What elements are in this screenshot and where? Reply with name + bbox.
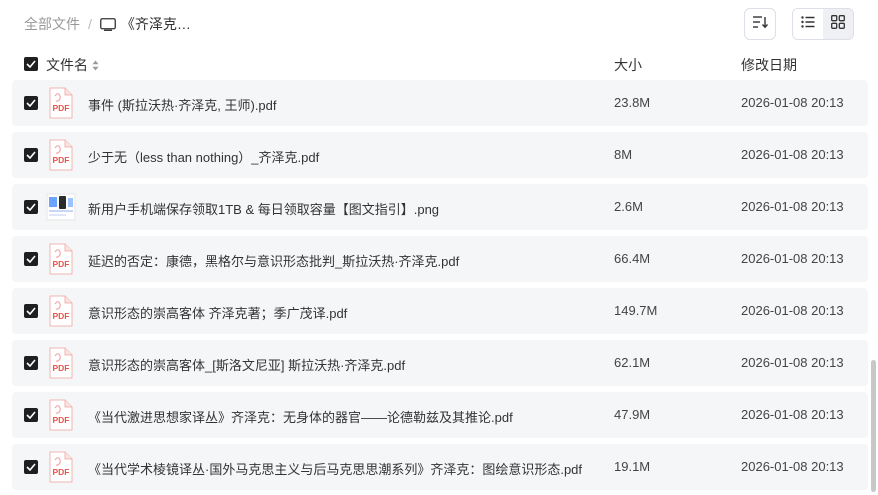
file-size: 149.7M xyxy=(614,303,658,318)
grid-view-icon xyxy=(831,14,845,34)
pdf-badge-text: PDF xyxy=(53,415,70,425)
pdf-badge-text: PDF xyxy=(53,155,70,165)
file-size: 2.6M xyxy=(614,199,643,214)
row-checkbox[interactable] xyxy=(24,356,38,370)
column-date-header[interactable]: 修改日期 xyxy=(741,55,797,75)
table-row[interactable]: PDF 事件 (斯拉沃热·齐泽克, 王师).pdf 23.8M 2026-01-08 … xyxy=(12,80,868,126)
row-checkbox[interactable] xyxy=(24,200,38,214)
check-icon xyxy=(26,463,36,471)
file-name[interactable]: 新用户手机端保存领取1TB & 每日领取容量【图文指引】.png xyxy=(88,199,439,218)
check-icon xyxy=(26,359,36,367)
select-all-checkbox[interactable] xyxy=(24,57,38,71)
pdf-file-icon: PDF xyxy=(46,451,76,483)
row-checkbox[interactable] xyxy=(24,148,38,162)
view-toggle xyxy=(792,8,854,40)
table-row[interactable]: PDF 延迟的否定：康德，黑格尔与意识形态批判_斯拉沃热·齐泽克.pdf 66.4M… xyxy=(12,236,868,282)
file-size: 19.1M xyxy=(614,459,651,474)
table-row[interactable]: PDF 意识形态的崇高客体 齐泽克著；季广茂译.pdf 149.7M 2026-01-… xyxy=(12,288,868,334)
column-name-header[interactable]: 文件名 xyxy=(46,55,99,75)
table-header: 文件名 大小 修改日期 xyxy=(12,48,868,80)
file-size: 47.9M xyxy=(614,407,651,422)
pdf-file-icon: PDF xyxy=(46,139,76,171)
pdf-file-icon: PDF xyxy=(46,243,76,275)
file-name[interactable]: 《当代学术棱镜译丛·国外马克思主义与后马克思思潮系列》齐泽克：图绘意识形态.pd… xyxy=(88,459,582,478)
file-modified-date: 2026-01-08 20:13 xyxy=(741,459,844,474)
pdf-file-icon: PDF xyxy=(46,399,76,431)
column-size-header[interactable]: 大小 xyxy=(614,55,642,75)
book-icon xyxy=(99,17,116,31)
top-bar: 全部文件 / 《齐泽克… xyxy=(0,0,878,48)
breadcrumb-separator: / xyxy=(88,16,92,32)
list-view-button[interactable] xyxy=(793,9,823,39)
grid-view-button[interactable] xyxy=(823,9,853,39)
file-size: 8M xyxy=(614,147,633,162)
pdf-badge-text: PDF xyxy=(53,259,70,269)
row-checkbox[interactable] xyxy=(24,408,38,422)
sort-button[interactable] xyxy=(744,8,776,40)
file-size: 62.1M xyxy=(614,355,651,370)
table-row[interactable]: PDF 《当代学术棱镜译丛·国外马克思主义与后马克思思潮系列》齐泽克：图绘意识形态… xyxy=(12,444,868,490)
table-row[interactable]: 新用户手机端保存领取1TB & 每日领取容量【图文指引】.png 2.6M 2026… xyxy=(12,184,868,230)
check-icon xyxy=(26,411,36,419)
file-name[interactable]: 少于无（less than nothing）_齐泽克.pdf xyxy=(88,147,319,166)
scrollbar-thumb[interactable] xyxy=(871,360,876,492)
file-name[interactable]: 《当代激进思想家译丛》齐泽克：无身体的器官——论德勒兹及其推论.pdf xyxy=(88,407,513,426)
pdf-badge-text: PDF xyxy=(53,363,70,373)
check-icon xyxy=(26,151,36,159)
table-row[interactable]: PDF 《当代激进思想家译丛》齐泽克：无身体的器官——论德勒兹及其推论.pdf 47… xyxy=(12,392,868,438)
image-thumbnail-icon xyxy=(46,191,76,223)
check-icon xyxy=(26,99,36,107)
file-modified-date: 2026-01-08 20:13 xyxy=(741,251,844,266)
check-icon xyxy=(26,255,36,263)
column-name-label: 文件名 xyxy=(46,57,88,73)
pdf-file-icon: PDF xyxy=(46,87,76,119)
sort-icon xyxy=(752,15,769,34)
file-name[interactable]: 意识形态的崇高客体_[斯洛文尼亚] 斯拉沃热·齐泽克.pdf xyxy=(88,355,405,374)
row-checkbox[interactable] xyxy=(24,252,38,266)
check-icon xyxy=(26,307,36,315)
file-name[interactable]: 意识形态的崇高客体 齐泽克著；季广茂译.pdf xyxy=(88,303,347,322)
file-modified-date: 2026-01-08 20:13 xyxy=(741,147,844,162)
file-name[interactable]: 延迟的否定：康德，黑格尔与意识形态批判_斯拉沃热·齐泽克.pdf xyxy=(88,251,459,270)
row-checkbox[interactable] xyxy=(24,96,38,110)
list-view-icon xyxy=(801,15,815,33)
file-modified-date: 2026-01-08 20:13 xyxy=(741,199,844,214)
file-modified-date: 2026-01-08 20:13 xyxy=(741,355,844,370)
file-modified-date: 2026-01-08 20:13 xyxy=(741,303,844,318)
breadcrumb-root[interactable]: 全部文件 xyxy=(24,14,80,34)
table-row[interactable]: PDF 意识形态的崇高客体_[斯洛文尼亚] 斯拉沃热·齐泽克.pdf 62.1M 20… xyxy=(12,340,868,386)
check-icon xyxy=(26,60,36,68)
pdf-badge-text: PDF xyxy=(53,311,70,321)
sort-toggle-icon xyxy=(92,60,99,71)
row-checkbox[interactable] xyxy=(24,460,38,474)
pdf-file-icon: PDF xyxy=(46,295,76,327)
file-size: 66.4M xyxy=(614,251,651,266)
file-name[interactable]: 事件 (斯拉沃热·齐泽克, 王师).pdf xyxy=(88,95,277,114)
breadcrumb-current: 《齐泽克… xyxy=(120,16,191,32)
table-row[interactable]: PDF 少于无（less than nothing）_齐泽克.pdf 8M 2026-… xyxy=(12,132,868,178)
pdf-badge-text: PDF xyxy=(53,467,70,477)
pdf-badge-text: PDF xyxy=(53,103,70,113)
file-size: 23.8M xyxy=(614,95,651,110)
file-modified-date: 2026-01-08 20:13 xyxy=(741,407,844,422)
pdf-file-icon: PDF xyxy=(46,347,76,379)
breadcrumb: 全部文件 / 《齐泽克… xyxy=(24,14,191,34)
check-icon xyxy=(26,203,36,211)
file-modified-date: 2026-01-08 20:13 xyxy=(741,95,844,110)
row-checkbox[interactable] xyxy=(24,304,38,318)
